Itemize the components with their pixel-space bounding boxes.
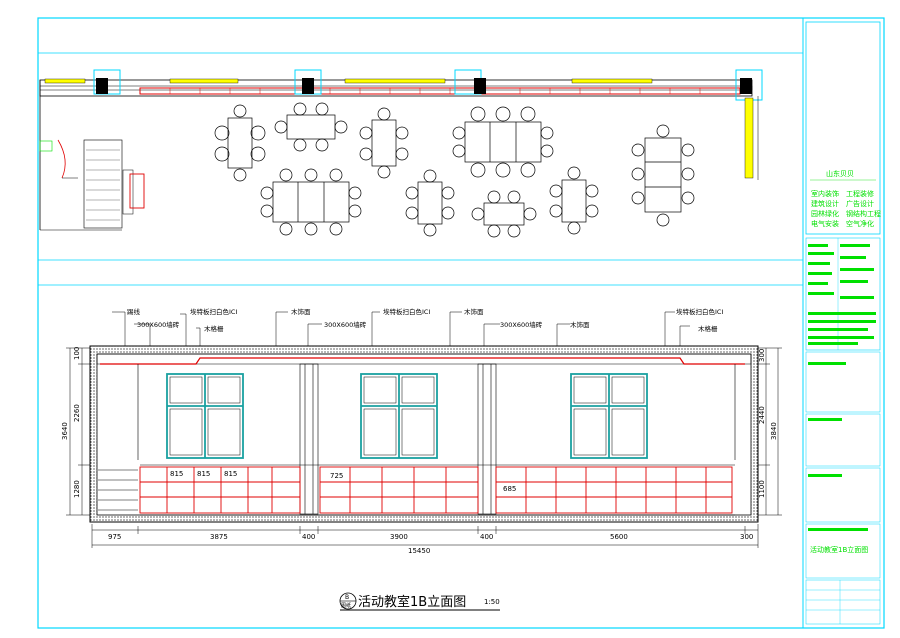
plan-tables bbox=[214, 102, 695, 238]
title-block-drawing-name: 活动教室1B立面图 bbox=[810, 545, 868, 554]
drawing-title: 活动教室1B立面图 bbox=[358, 594, 466, 610]
cad-drawing-sheet: 踢线 300X600墙砖 埃特板扫白色ICI 木格栅 木饰面 300X600墙砖… bbox=[37, 17, 885, 629]
dim-right-2: 2440 bbox=[758, 406, 766, 424]
drawing-scale: 1:50 bbox=[484, 598, 500, 606]
dim-left-total: 3640 bbox=[61, 422, 69, 440]
title-block: 山东贝贝 室内装饰 工程装修 建筑设计 广告设计 园林绿化 钢结构工程 电气安装… bbox=[805, 21, 881, 625]
dim-right-total: 3840 bbox=[770, 422, 778, 440]
cab-dim-c: 685 bbox=[503, 485, 516, 493]
dim-right-1: 300 bbox=[758, 349, 766, 362]
dim-bottom-7: 300 bbox=[740, 533, 753, 541]
callout-12: 木格栅 bbox=[698, 324, 718, 333]
callout-3: 埃特板扫白色ICI bbox=[190, 307, 237, 316]
elevation: 踢线 300X600墙砖 埃特板扫白色ICI 木格栅 木饰面 300X600墙砖… bbox=[61, 307, 782, 611]
floor-plan bbox=[38, 52, 803, 286]
dim-total: 15450 bbox=[408, 547, 430, 555]
cab-dim-b: 725 bbox=[330, 472, 343, 480]
section-marker-bottom: 图纸 bbox=[341, 602, 351, 609]
callout-2: 300X600墙砖 bbox=[137, 320, 180, 329]
callout-6: 300X600墙砖 bbox=[324, 320, 367, 329]
plan-columns bbox=[93, 69, 763, 101]
service-5: 园林绿化 bbox=[811, 209, 839, 218]
plan-stage bbox=[83, 139, 123, 229]
callout-9: 300X600墙砖 bbox=[500, 320, 543, 329]
callout-10: 木饰面 bbox=[570, 320, 590, 329]
company-name: 山东贝贝 bbox=[826, 169, 854, 178]
callout-5: 木饰面 bbox=[291, 307, 311, 316]
dim-bottom-3: 400 bbox=[302, 533, 315, 541]
cab-dim-a1: 815 bbox=[170, 470, 183, 478]
elevation-interior bbox=[96, 353, 752, 516]
cab-dim-a3: 815 bbox=[224, 470, 237, 478]
dim-left-1: 100 bbox=[73, 347, 81, 360]
dim-left-2: 2260 bbox=[73, 404, 81, 422]
dim-right-3: 1100 bbox=[758, 480, 766, 498]
plan-window-strip bbox=[44, 78, 86, 84]
dim-bottom-5: 400 bbox=[480, 533, 493, 541]
callout-1: 踢线 bbox=[127, 307, 141, 316]
dim-bottom-2: 3875 bbox=[210, 533, 228, 541]
dim-bottom-6: 5600 bbox=[610, 533, 628, 541]
service-6: 钢结构工程 bbox=[846, 209, 881, 218]
callout-11: 埃特板扫白色ICI bbox=[676, 307, 723, 316]
service-3: 建筑设计 bbox=[811, 199, 839, 208]
cab-dim-a2: 815 bbox=[197, 470, 210, 478]
dim-bottom-4: 3900 bbox=[390, 533, 408, 541]
dim-bottom-1: 975 bbox=[108, 533, 121, 541]
section-marker-top: B bbox=[345, 594, 349, 601]
callout-8: 木饰面 bbox=[464, 307, 484, 316]
service-1: 室内装饰 bbox=[811, 189, 839, 198]
callout-4: 木格栅 bbox=[204, 324, 224, 333]
service-8: 空气净化 bbox=[846, 219, 874, 228]
service-4: 广告设计 bbox=[846, 199, 874, 208]
dim-left-3: 1280 bbox=[73, 480, 81, 498]
callout-7: 埃特板扫白色ICI bbox=[383, 307, 430, 316]
service-2: 工程装修 bbox=[846, 189, 874, 198]
service-7: 电气安装 bbox=[811, 219, 839, 228]
